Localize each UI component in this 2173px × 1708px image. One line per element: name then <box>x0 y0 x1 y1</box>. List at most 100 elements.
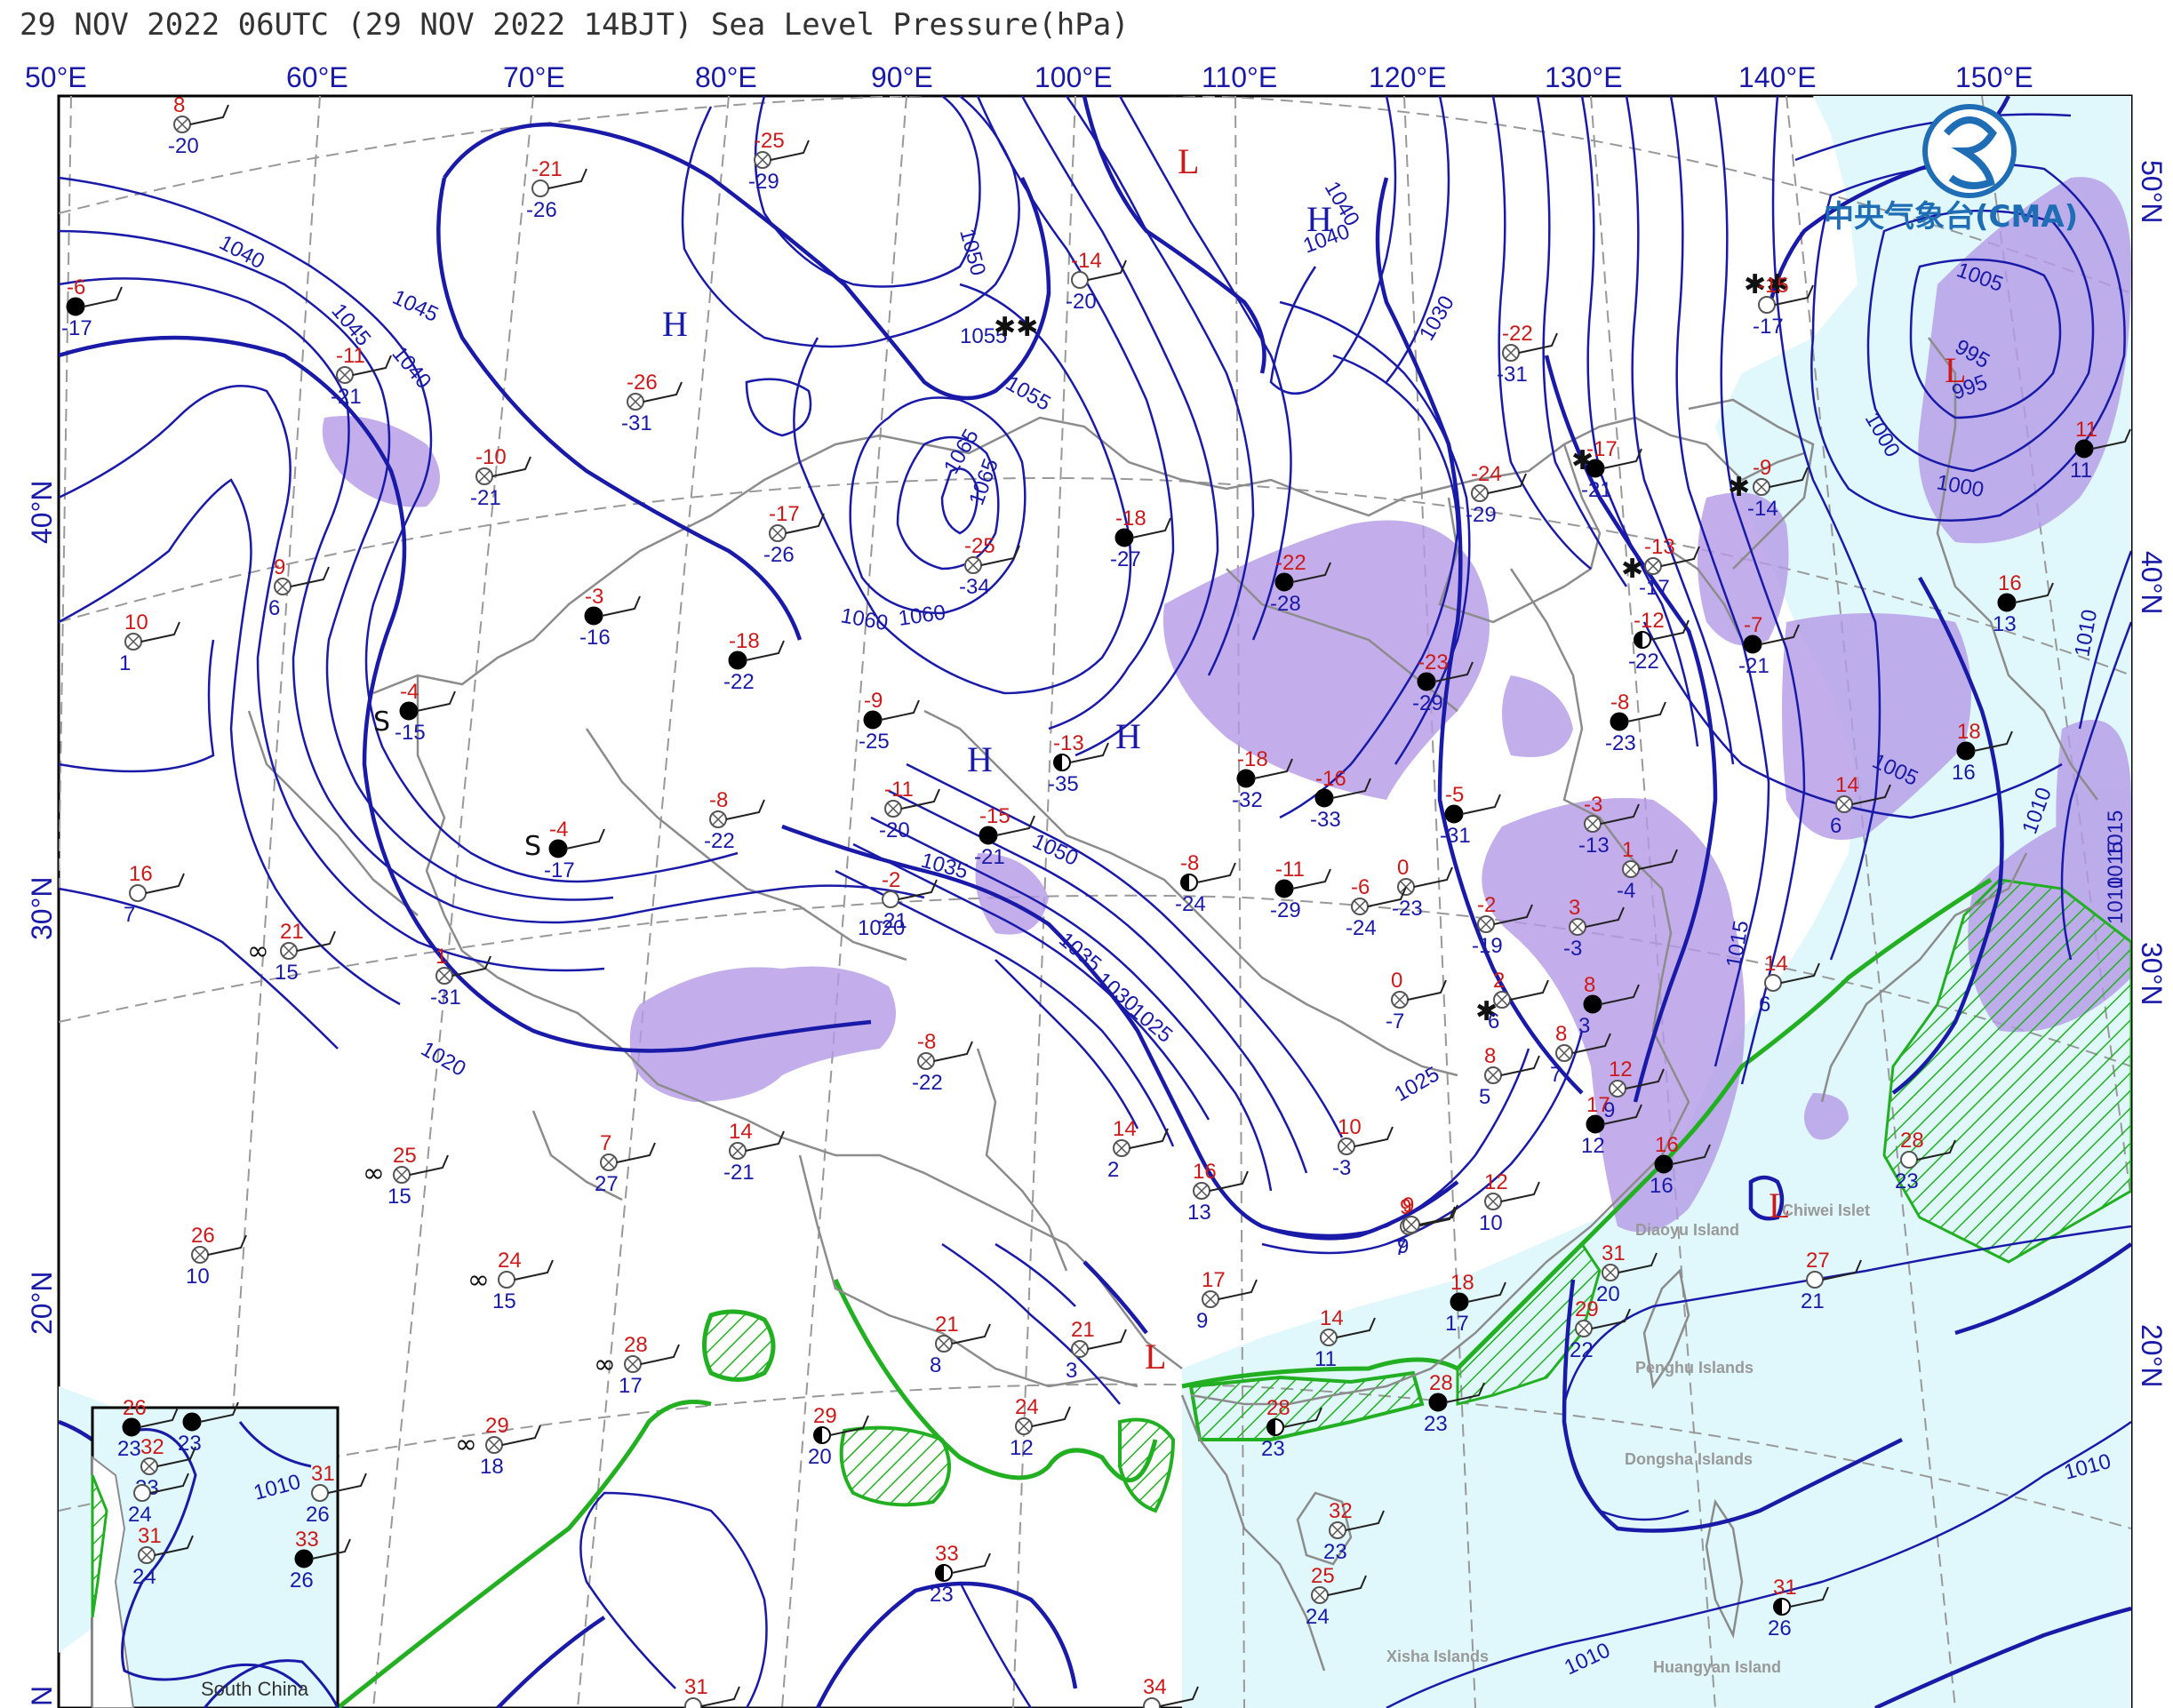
lat-label: 40°N <box>2136 551 2168 615</box>
station-temperature: 2 <box>1493 969 1505 993</box>
station-temperature: 14 <box>1320 1306 1344 1330</box>
station-temperature: -7 <box>1744 613 1762 637</box>
station-circle-icon <box>1274 572 1294 592</box>
lat-label: 30°N <box>26 877 58 941</box>
station-circle-icon <box>1071 271 1089 289</box>
place-name: Huangyan Island <box>1653 1658 1781 1676</box>
station-temperature: -17 <box>1586 437 1618 461</box>
station-circle-icon <box>1450 1292 1469 1312</box>
station-circle-icon <box>979 826 998 845</box>
station-circle-icon <box>133 1484 151 1502</box>
station-circle-icon <box>584 606 603 626</box>
station-dewpoint: 6 <box>1830 814 1841 838</box>
station-temperature: 33 <box>295 1528 319 1552</box>
station-dewpoint: -3 <box>1563 937 1582 961</box>
station-dewpoint: -29 <box>1270 898 1301 922</box>
station-dewpoint: 13 <box>1187 1201 1211 1225</box>
logo-text: 中央气象台(CMA) <box>1824 199 2078 235</box>
station-dewpoint: 8 <box>930 1353 941 1377</box>
station-dewpoint: -29 <box>1412 691 1443 715</box>
station-dewpoint: -33 <box>1310 808 1341 832</box>
station-temperature: -13 <box>1644 535 1675 559</box>
station-dewpoint: -17 <box>1753 315 1784 339</box>
station-temperature: -2 <box>882 868 900 892</box>
station-dewpoint: -29 <box>1466 503 1497 527</box>
station-temperature: 25 <box>1311 1564 1335 1588</box>
station-circle-icon <box>1743 635 1762 654</box>
station-temperature: 14 <box>1835 773 1859 797</box>
station-dewpoint: 15 <box>275 961 299 985</box>
station-circle-icon <box>1764 974 1782 992</box>
station-dewpoint: 26 <box>290 1568 314 1592</box>
station-temperature: 3 <box>1569 896 1580 920</box>
station-temperature: 28 <box>1266 1396 1290 1420</box>
station-circle-icon <box>1274 879 1294 898</box>
station-temperature: 28 <box>1900 1129 1924 1153</box>
station-dewpoint: -14 <box>1747 497 1778 521</box>
station-temperature: 16 <box>1193 1160 1217 1184</box>
station-dewpoint: -22 <box>704 829 735 853</box>
station-temperature: -5 <box>1445 783 1464 807</box>
station-temperature: -16 <box>1315 767 1346 791</box>
station-temperature: -4 <box>549 818 568 842</box>
station-temperature: -25 <box>964 534 995 558</box>
station-dewpoint: -7 <box>1386 1010 1404 1034</box>
station-dewpoint: 10 <box>186 1265 210 1289</box>
station-temperature: 14 <box>1764 952 1788 976</box>
station-dewpoint: 10 <box>1479 1211 1503 1235</box>
station-temperature: 26 <box>123 1396 147 1420</box>
place-name: Penghu Islands <box>1635 1359 1754 1377</box>
station-temperature: 31 <box>1773 1576 1797 1600</box>
station-temperature: -22 <box>1502 322 1533 346</box>
station-circle-icon <box>66 297 85 316</box>
station-temperature: -23 <box>1418 650 1449 674</box>
station-dewpoint: 15 <box>387 1185 411 1209</box>
station-dewpoint: 6 <box>268 596 280 620</box>
station-circle-icon <box>1114 528 1134 547</box>
station-temperature: 10 <box>124 611 148 635</box>
station-dewpoint: 26 <box>306 1503 330 1527</box>
station-dewpoint: 12 <box>1010 1436 1034 1460</box>
station-dewpoint: -20 <box>168 134 199 158</box>
station-temperature: 28 <box>624 1333 648 1357</box>
lon-label: 80°E <box>695 61 757 93</box>
station-temperature: -8 <box>917 1030 936 1054</box>
station-dewpoint: 16 <box>1650 1174 1674 1198</box>
station-dewpoint: 24 <box>128 1503 152 1527</box>
station-temperature: 10 <box>1338 1115 1362 1139</box>
station-dewpoint: 21 <box>1801 1289 1825 1313</box>
station-dewpoint: 23 <box>117 1437 141 1461</box>
station-temperature: -24 <box>1471 462 1502 486</box>
station-temperature: -9 <box>1753 456 1771 480</box>
station-temperature: -25 <box>754 129 785 153</box>
station-circle-icon <box>311 1484 329 1502</box>
station-circle-icon <box>1583 994 1602 1014</box>
station-circle-icon <box>1586 459 1605 478</box>
fog-icon: ∞ <box>363 1158 385 1189</box>
station-temperature: -18 <box>1237 747 1268 771</box>
station-temperature: -12 <box>1634 609 1665 633</box>
station-temperature: -8 <box>1610 690 1629 714</box>
station-temperature: 12 <box>1484 1170 1508 1194</box>
station-temperature: -14 <box>1071 249 1102 273</box>
station-dewpoint: 23 <box>1895 1169 1919 1193</box>
station-dewpoint: -20 <box>879 818 910 842</box>
high-center: H <box>1115 716 1141 756</box>
station-dewpoint: -17 <box>544 858 575 882</box>
station-circle-icon <box>122 1417 141 1437</box>
place-name: Chiwei Islet <box>1782 1201 1870 1219</box>
station-temperature: 32 <box>140 1435 164 1459</box>
station-dewpoint: -26 <box>526 198 557 222</box>
station-dewpoint: -19 <box>1472 934 1503 958</box>
station-dewpoint: -17 <box>1639 576 1670 600</box>
station-circle-icon <box>1586 1114 1605 1134</box>
place-name: Diaoyu Island <box>1635 1221 1739 1239</box>
station-dewpoint: -21 <box>1581 478 1612 502</box>
inset-title: South China <box>201 1678 309 1700</box>
station-temperature: -11 <box>336 344 365 368</box>
station-temperature: -11 <box>884 778 914 802</box>
station-circle-icon <box>1417 672 1436 691</box>
station-dewpoint: -4 <box>1617 879 1635 903</box>
lat-label: 50°N <box>2136 160 2168 224</box>
station-circle-icon <box>1997 593 2017 612</box>
